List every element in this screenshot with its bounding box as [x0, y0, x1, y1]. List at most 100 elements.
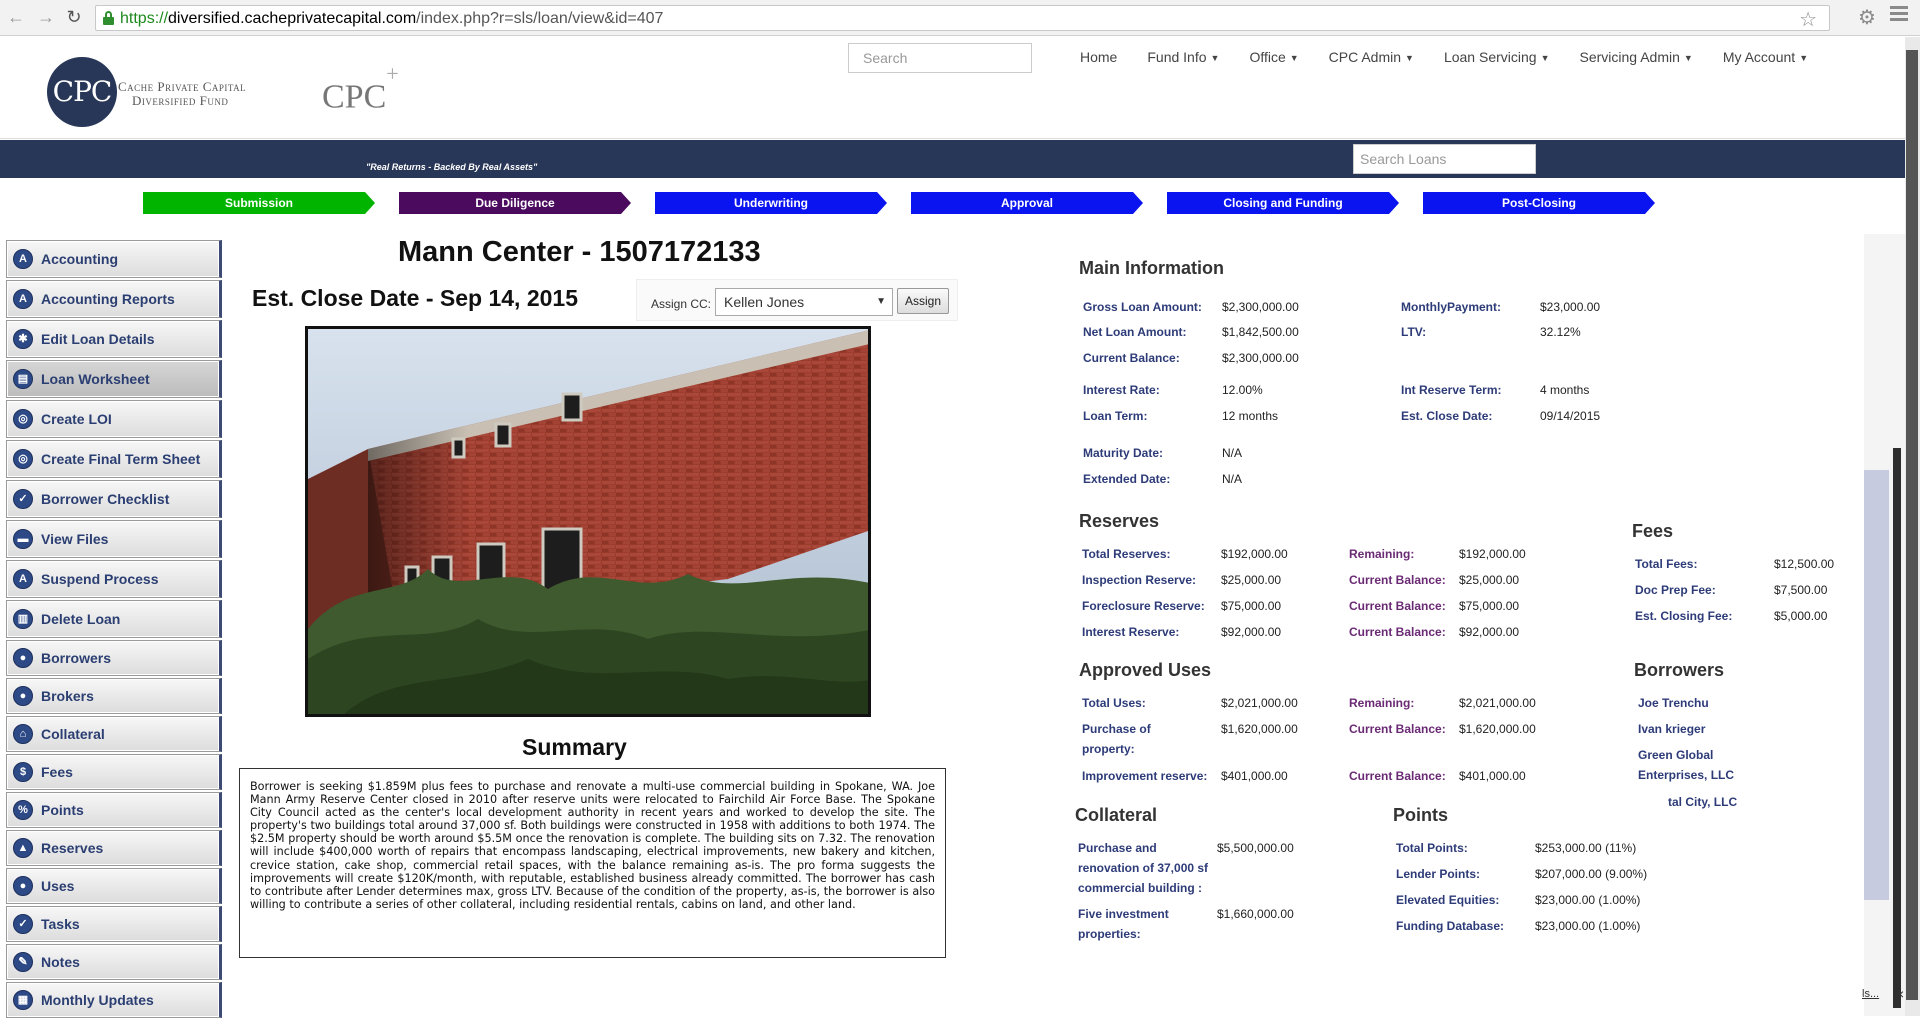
address-bar[interactable]: https://diversified.cacheprivatecapital.…	[95, 5, 1830, 31]
folder-icon: ▬	[13, 529, 33, 549]
sidebar-item-edit-loan-details[interactable]: ✱ Edit Loan Details	[6, 320, 222, 358]
improvement-current-balance-value: $401,000.00	[1459, 769, 1526, 783]
collateral-title: Collateral	[1075, 805, 1158, 825]
borrowers-title: Borrowers	[1634, 660, 1725, 680]
borrower-link[interactable]: Joe Trenchu	[1638, 693, 1709, 713]
back-icon[interactable]: ←	[6, 7, 26, 27]
total-reserves-label: Total Reserves:	[1082, 547, 1171, 561]
sidebar-item-suspend-process[interactable]: A Suspend Process	[6, 560, 222, 598]
sidebar-item-notes[interactable]: ✎ Notes	[6, 944, 222, 980]
reload-icon[interactable]: ↻	[64, 7, 84, 27]
sidebar-item-brokers[interactable]: ● Brokers	[6, 678, 222, 714]
loan-title: Mann Center - 1507172133	[398, 236, 761, 268]
inspection-current-balance-label: Current Balance:	[1349, 573, 1446, 587]
borrower-link[interactable]: Ivan krieger	[1638, 719, 1705, 739]
sidebar-item-borrowers[interactable]: ● Borrowers	[6, 640, 222, 676]
borrower-link[interactable]: Green Global	[1638, 745, 1713, 765]
total-fees-label: Total Fees:	[1635, 557, 1698, 571]
points-title: Points	[1393, 805, 1449, 825]
nav-servicing-admin[interactable]: Servicing Admin ▼	[1580, 49, 1693, 65]
net-loan-label: Net Loan Amount:	[1083, 325, 1187, 339]
sidebar-item-loan-worksheet[interactable]: ▤ Loan Worksheet	[6, 360, 222, 398]
nav-home[interactable]: Home	[1080, 49, 1117, 65]
sidebar-item-tasks[interactable]: ✓ Tasks	[6, 906, 222, 942]
collateral-item-label: Purchase and	[1078, 841, 1157, 855]
close-icon[interactable]: ×	[1896, 986, 1904, 1002]
doc-prep-fee-label: Doc Prep Fee:	[1635, 583, 1716, 597]
inner-scroll-track[interactable]	[1864, 470, 1889, 900]
top-navigation: Home Fund Info ▼ Office ▼ CPC Admin ▼ Loan …	[1080, 49, 1838, 65]
interest-rate-label: Interest Rate:	[1083, 383, 1160, 397]
dropdown-arrow-icon: ▼	[876, 296, 886, 307]
nav-cpc-admin[interactable]: CPC Admin ▼	[1329, 49, 1414, 65]
interest-rate-value: 12.00%	[1222, 383, 1263, 397]
forward-icon[interactable]: →	[36, 7, 56, 27]
collateral-item-label: commercial building :	[1078, 881, 1203, 895]
sidebar-item-borrower-checklist[interactable]: ✓ Borrower Checklist	[6, 480, 222, 518]
sidebar-item-view-files[interactable]: ▬ View Files	[6, 520, 222, 558]
browser-menu-icon[interactable]	[1890, 6, 1908, 24]
extension-gear-icon[interactable]: ⚙	[1858, 5, 1876, 30]
total-points-value: $253,000.00 (11%)	[1535, 841, 1637, 855]
borrower-link[interactable]: tal City, LLC	[1668, 792, 1737, 812]
step-approval[interactable]: Approval	[911, 192, 1143, 214]
suspend-icon: A	[13, 569, 33, 589]
borrower-link-line-2[interactable]: Enterprises, LLC	[1638, 765, 1734, 785]
url-text: https://diversified.cacheprivatecapital.…	[120, 10, 664, 27]
step-due-diligence[interactable]: Due Diligence	[399, 192, 631, 214]
corner-link[interactable]: ls...	[1862, 988, 1879, 1000]
sidebar-item-fees[interactable]: $ Fees	[6, 754, 222, 790]
accounting-icon: A	[13, 249, 33, 269]
sidebar-item-accounting-reports[interactable]: A Accounting Reports	[6, 280, 222, 318]
purchase-of-property-label: Purchase of	[1082, 722, 1151, 736]
interest-reserve-value: $92,000.00	[1221, 625, 1282, 639]
step-closing-and-funding[interactable]: Closing and Funding	[1167, 192, 1399, 214]
est-close-date-label: Est. Close Date:	[1401, 409, 1493, 423]
assign-button[interactable]: Assign	[897, 288, 949, 314]
int-reserve-term-value: 4 months	[1540, 383, 1590, 397]
sidebar-item-delete-loan[interactable]: ▥ Delete Loan	[6, 600, 222, 638]
cpc-logo[interactable]: CPC	[47, 57, 117, 127]
fees-title: Fees	[1632, 521, 1674, 541]
nav-fund-info[interactable]: Fund Info ▼	[1147, 49, 1219, 65]
step-post-closing[interactable]: Post-Closing	[1423, 192, 1655, 214]
nav-office[interactable]: Office ▼	[1249, 49, 1298, 65]
maturity-date-value: N/A	[1222, 446, 1243, 460]
main-information-title: Main Information	[1079, 258, 1224, 278]
sidebar-item-monthly-updates[interactable]: ▦ Monthly Updates	[6, 982, 222, 1018]
pencil-icon: ✎	[13, 952, 33, 972]
page-scroll-thumb[interactable]	[1906, 50, 1918, 1000]
step-underwriting[interactable]: Underwriting	[655, 192, 887, 214]
funding-database-label: Funding Database:	[1396, 919, 1505, 933]
summary-title: Summary	[522, 734, 627, 760]
sidebar-item-reserves[interactable]: ▲ Reserves	[6, 830, 222, 866]
est-closing-fee-label: Est. Closing Fee:	[1635, 609, 1733, 623]
collateral-item-value: $5,500,000.00	[1217, 841, 1294, 855]
purchase-of-property-value: $1,620,000.00	[1221, 722, 1298, 736]
nav-loan-servicing[interactable]: Loan Servicing ▼	[1444, 49, 1550, 65]
summary-text: Borrower is seeking $1.859M plus fees to…	[239, 768, 946, 958]
sidebar-item-collateral[interactable]: ⌂ Collateral	[6, 716, 222, 752]
inner-scroll-thumb[interactable]	[1893, 448, 1901, 1008]
sidebar-item-uses[interactable]: ● Uses	[6, 868, 222, 904]
extended-date-label: Extended Date:	[1083, 472, 1171, 486]
assign-cc-select[interactable]: Kellen Jones ▼	[715, 288, 893, 316]
search-loans-input[interactable]: Search Loans	[1353, 144, 1536, 174]
sidebar-item-create-loi[interactable]: ◎ Create LOI	[6, 400, 222, 438]
nav-my-account[interactable]: My Account ▼	[1723, 49, 1808, 65]
foreclosure-current-balance-value: $75,000.00	[1459, 599, 1520, 613]
search-input[interactable]: Search	[848, 43, 1032, 73]
sidebar-item-points[interactable]: % Points	[6, 792, 222, 828]
sidebar-item-create-final-term-sheet[interactable]: ◎ Create Final Term Sheet	[6, 440, 222, 478]
cpc-plus-logo: CPC+	[322, 61, 399, 116]
inspection-reserve-value: $25,000.00	[1221, 573, 1282, 587]
bookmark-star-icon[interactable]: ☆	[1799, 7, 1817, 32]
browser-toolbar: ← → ↻ https://diversified.cacheprivateca…	[0, 0, 1920, 36]
elevated-equities-label: Elevated Equities:	[1396, 893, 1500, 907]
elevated-equities-value: $23,000.00 (1.00%)	[1535, 893, 1641, 907]
assign-cc-form: Assign CC: Kellen Jones ▼ Assign	[636, 279, 958, 321]
sidebar-item-accounting[interactable]: A Accounting	[6, 240, 222, 278]
total-fees-value: $12,500.00	[1774, 557, 1835, 571]
step-submission[interactable]: Submission	[143, 192, 375, 214]
check-icon: ✓	[13, 914, 33, 934]
